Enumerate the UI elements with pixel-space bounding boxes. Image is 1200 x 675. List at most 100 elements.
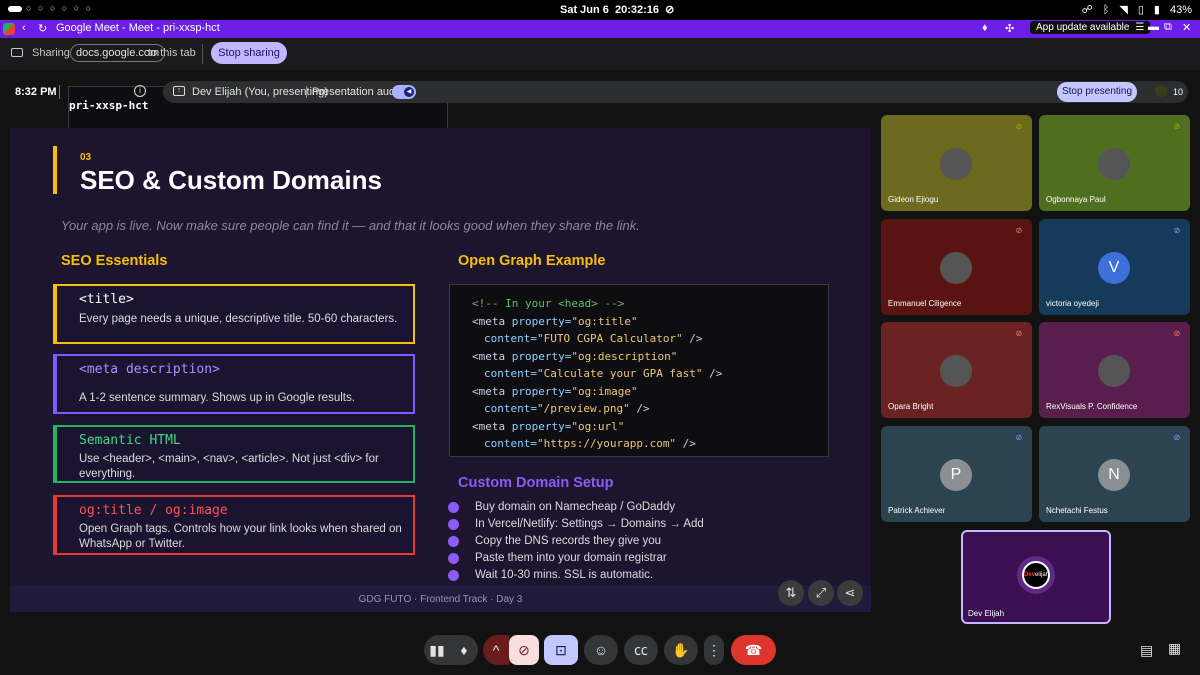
- seo-card-og: og:title / og:image Open Graph tags. Con…: [53, 495, 415, 555]
- bullet-icon: [448, 536, 459, 547]
- app-icon: [3, 23, 15, 35]
- fullscreen-icon[interactable]: ⤢: [808, 580, 834, 606]
- back-icon[interactable]: ‹: [22, 22, 26, 34]
- hand-icon[interactable]: ✋: [664, 635, 698, 665]
- seo-heading: SEO Essentials: [61, 253, 168, 269]
- close-button[interactable]: ✕: [1182, 21, 1191, 34]
- self-tile[interactable]: Develijah Dev Elijah: [961, 530, 1111, 624]
- battery-level: 43%: [1169, 3, 1192, 16]
- avatar: [1098, 148, 1130, 180]
- presentation-audio-toggle[interactable]: ◀: [392, 85, 416, 99]
- participant-name: Emmanuel Ciligence: [888, 299, 962, 308]
- seo-card-semantic: Semantic HTML Use <header>, <main>, <nav…: [53, 425, 415, 483]
- sharing-prefix: Sharing: [32, 47, 70, 59]
- card-heading: <title>: [79, 292, 134, 307]
- meeting-header: 8:32 PM pri-xxsp-hct i ↑ Dev Elijah (You…: [0, 80, 1200, 259]
- captions-icon[interactable]: ㏄: [624, 635, 658, 665]
- presenter-label: Dev Elijah (You, presenting): [192, 86, 328, 98]
- info-icon[interactable]: i: [134, 85, 146, 97]
- participant-tile[interactable]: ⊘ RexVisuals P. Confidence: [1039, 322, 1190, 418]
- menu-icon[interactable]: ☰: [1135, 22, 1144, 33]
- slide-title: SEO & Custom Domains: [80, 165, 382, 195]
- participant-name: Patrick Achiever: [888, 506, 946, 515]
- people-button[interactable]: 10: [1150, 81, 1188, 103]
- status-icons: ☍ ᛒ ◥ ▯ ▮ 43%: [1081, 3, 1192, 17]
- vibrate-icon: ▯: [1137, 4, 1144, 16]
- app-update-button[interactable]: App update available ☰: [1030, 21, 1151, 34]
- stop-presenting-button[interactable]: Stop presenting: [1057, 82, 1137, 102]
- mic-icon[interactable]: ♦: [450, 635, 478, 665]
- silent-icon: ⊘: [665, 4, 675, 16]
- mic-muted-icon: ⊘: [1173, 329, 1181, 338]
- mic-muted-icon: ⊘: [1015, 226, 1023, 235]
- reload-icon[interactable]: ↻: [38, 22, 47, 35]
- bluetooth-icon: ᛒ: [1102, 3, 1110, 16]
- pill-indicator: [8, 6, 22, 12]
- divider: [59, 85, 60, 99]
- mic-muted-icon: ⊘: [1173, 122, 1181, 131]
- code-line: <!-- In your <head> -->: [472, 297, 625, 310]
- card-heading: og:title / og:image: [79, 503, 228, 518]
- system-clock: Sat Jun 6 20:32:16 ⊘: [560, 3, 677, 16]
- extension-icon[interactable]: ✣: [1005, 22, 1014, 35]
- code-block: <!-- In your <head> --> <meta property="…: [449, 284, 829, 457]
- mic-icon[interactable]: ♦: [982, 22, 988, 34]
- list-item: Paste them into your domain registrar: [448, 552, 704, 569]
- more-icon[interactable]: ⋮: [704, 635, 724, 665]
- bullet-icon: [448, 519, 459, 530]
- self-name: Dev Elijah: [968, 609, 1005, 618]
- list-item: Wait 10-30 mins. SSL is automatic.: [448, 569, 704, 586]
- system-time: 20:32:16: [614, 4, 660, 16]
- participant-tile[interactable]: P ⊘ Patrick Achiever: [881, 426, 1032, 522]
- camera-off-icon[interactable]: ⊘: [509, 635, 539, 665]
- screen-icon: [11, 48, 23, 57]
- stop-sharing-button[interactable]: Stop sharing: [211, 42, 287, 64]
- end-call-icon[interactable]: ☎: [731, 635, 776, 665]
- list-item: Copy the DNS records they give you: [448, 535, 704, 552]
- chat-icon[interactable]: ▤: [1140, 642, 1153, 659]
- sharing-bar: Sharing docs.google.com to this tab Stop…: [0, 38, 1200, 70]
- app-update-label: App update available: [1036, 22, 1130, 33]
- list-item: In Vercel/Netlify: Settings → Domains → …: [448, 518, 704, 535]
- maximize-button[interactable]: ⧉: [1164, 21, 1172, 34]
- avatar: Develijah: [1022, 561, 1050, 589]
- participant-name: Gideon Ejiogu: [888, 195, 939, 204]
- code-line: <meta property="og:title": [472, 314, 638, 328]
- participant-tile[interactable]: ⊘ Ogbonnaya Paul: [1039, 115, 1190, 211]
- accessibility-icon: ☍: [1081, 4, 1093, 16]
- wifi-icon: ◥: [1119, 4, 1128, 16]
- share-icon[interactable]: ⋖: [837, 580, 863, 606]
- minimize-button[interactable]: ▬: [1148, 21, 1159, 33]
- swap-icon[interactable]: ⇅: [778, 580, 804, 606]
- card-heading: <meta description>: [79, 362, 220, 377]
- participant-tile[interactable]: N ⊘ Nchetachi Festus: [1039, 426, 1190, 522]
- emoji-icon[interactable]: ☺: [584, 635, 618, 665]
- divider: [202, 44, 203, 64]
- participant-tile[interactable]: V ⊘ victoria oyedeji: [1039, 219, 1190, 315]
- participant-tile[interactable]: ⊘ Emmanuel Ciligence: [881, 219, 1032, 315]
- participant-name: Ogbonnaya Paul: [1046, 195, 1106, 204]
- bullet-icon: [448, 570, 459, 581]
- slide-number: 03: [80, 152, 92, 163]
- participant-name: Opara Bright: [888, 402, 934, 411]
- audio-levels-button[interactable]: ▮▮: [424, 635, 450, 665]
- battery-icon: ▮: [1153, 4, 1160, 16]
- mic-muted-icon: ⊘: [1173, 226, 1181, 235]
- avatar: [940, 252, 972, 284]
- avatar: V: [1098, 252, 1130, 284]
- slide-accent-bar: [53, 146, 57, 194]
- camera-options-button[interactable]: ^: [483, 635, 509, 665]
- participant-name: RexVisuals P. Confidence: [1046, 402, 1138, 411]
- people-count: 10: [1173, 87, 1184, 97]
- participant-tile[interactable]: ⊘ Opara Bright: [881, 322, 1032, 418]
- participant-name: victoria oyedeji: [1046, 299, 1099, 308]
- divider: [306, 86, 307, 98]
- apps-icon[interactable]: ▦: [1168, 640, 1181, 657]
- bullet-icon: [448, 553, 459, 564]
- present-button[interactable]: ⊡: [544, 635, 578, 665]
- system-status-bar: ○ ○ ○ ○ ○ ○ Sat Jun 6 20:32:16 ⊘ ☍ ᛒ ◥ ▯…: [0, 0, 1200, 20]
- participant-tile[interactable]: ⊘ Gideon Ejiogu: [881, 115, 1032, 211]
- avatar: [1098, 355, 1130, 387]
- card-body: Use <header>, <main>, <nav>, <article>. …: [79, 453, 379, 480]
- people-icon: [1155, 85, 1167, 97]
